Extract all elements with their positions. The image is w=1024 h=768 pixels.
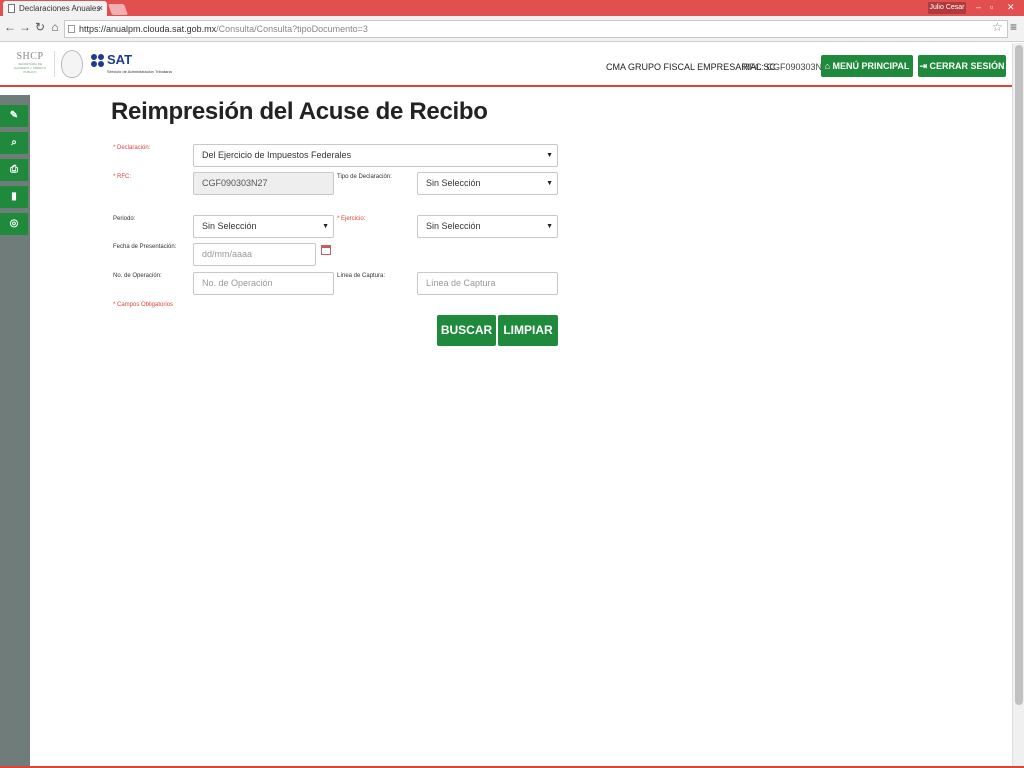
url-host: https://anualpm.clouda.sat.gob.mx — [79, 24, 217, 34]
logo-divider — [54, 51, 55, 77]
operacion-label: No. de Operación: — [113, 273, 162, 279]
url-bar[interactable]: https://anualpm.clouda.sat.gob.mx/Consul… — [64, 20, 1008, 38]
fecha-presentacion-input[interactable]: dd/mm/aaaa — [193, 243, 316, 266]
rfc-field: CGF090303N27 — [193, 172, 334, 195]
required-fields-note: * Campos Obligatorios — [113, 302, 174, 308]
page-icon — [68, 25, 75, 33]
browser-tab-bar: Declaraciones Anuales × Julio Cesar – ▫ … — [0, 0, 1024, 16]
sidebar-edit-button[interactable]: ✎ — [0, 105, 28, 127]
sidebar: ✎ ⌕ ⎙ ▮ ◎ — [0, 95, 30, 768]
search-button[interactable]: BUSCAR — [437, 315, 496, 346]
search-icon: ⌕ — [11, 137, 17, 148]
site-header: SHCP SECRETARÍA DE HACIENDA Y CRÉDITO PÚ… — [0, 43, 1012, 87]
back-icon[interactable]: ← — [3, 20, 17, 34]
dropdown-arrow-icon: ▼ — [546, 223, 553, 230]
ejercicio-select[interactable]: Sin Selección ▼ — [417, 215, 558, 238]
close-window-icon[interactable]: ✕ — [1007, 0, 1015, 14]
coat-of-arms-icon — [61, 50, 83, 78]
bookmark-star-icon[interactable]: ☆ — [992, 20, 1003, 34]
page-title: Reimpresión del Acuse de Recibo — [111, 98, 488, 125]
sidebar-document-button[interactable]: ▮ — [0, 186, 28, 208]
tipo-declaracion-select[interactable]: Sin Selección ▼ — [417, 172, 558, 195]
operacion-input[interactable]: No. de Operación — [193, 272, 334, 295]
edit-icon: ✎ — [9, 110, 19, 121]
sidebar-target-button[interactable]: ◎ — [0, 213, 28, 235]
reload-icon[interactable]: ↻ — [33, 20, 47, 34]
clear-button[interactable]: LIMPIAR — [498, 315, 558, 346]
sidebar-search-button[interactable]: ⌕ — [0, 132, 28, 154]
forward-icon[interactable]: → — [18, 20, 32, 34]
page-scrollbar[interactable] — [1012, 43, 1024, 768]
dropdown-arrow-icon: ▼ — [546, 152, 553, 159]
browser-tab[interactable]: Declaraciones Anuales × — [3, 1, 107, 16]
home-icon: ⌂ — [824, 61, 833, 71]
sat-logo-text: SAT — [107, 52, 133, 67]
logout-button[interactable]: ⇥ CERRAR SESIÓN — [918, 55, 1006, 77]
page-icon — [8, 4, 15, 13]
sat-logo-subtitle: Servicio de Administración Tributaria — [107, 69, 172, 74]
ejercicio-label: * Ejercicio: — [337, 216, 366, 222]
dropdown-arrow-icon: ▼ — [546, 180, 553, 187]
browser-toolbar: ← → ↻ ⌂ https://anualpm.clouda.sat.gob.m… — [0, 16, 1024, 42]
linea-captura-label: Línea de Captura: — [337, 273, 386, 279]
target-icon: ◎ — [9, 218, 19, 229]
tipo-declaracion-label: Tipo de Declaración: — [337, 174, 392, 180]
tab-close-icon[interactable]: × — [98, 3, 103, 13]
rfc-label: * RFC: — [113, 174, 131, 180]
home-icon[interactable]: ⌂ — [48, 20, 62, 34]
periodo-select[interactable]: Sin Selección ▼ — [193, 215, 334, 238]
document-icon: ▮ — [11, 191, 17, 202]
linea-captura-input[interactable]: Línea de Captura — [417, 272, 558, 295]
browser-menu-icon[interactable]: ≡ — [1010, 20, 1017, 34]
scrollbar-thumb[interactable] — [1015, 45, 1023, 705]
sidebar-print-button[interactable]: ⎙ — [0, 159, 28, 181]
logout-icon: ⇥ — [919, 61, 930, 71]
dropdown-arrow-icon: ▼ — [322, 223, 329, 230]
periodo-label: Periodo: — [113, 216, 136, 222]
header-rfc: RFC: CGF090303N27 — [743, 62, 833, 72]
sat-logo-icon — [91, 54, 105, 68]
print-icon: ⎙ — [10, 164, 18, 175]
url-path: /Consulta/Consulta?tipoDocumento=3 — [216, 24, 368, 34]
minimize-icon[interactable]: – — [976, 0, 981, 14]
calendar-icon[interactable] — [321, 245, 331, 255]
shcp-logo: SHCP SECRETARÍA DE HACIENDA Y CRÉDITO PÚ… — [13, 51, 47, 74]
declaracion-select[interactable]: Del Ejercicio de Impuestos Federales ▼ — [193, 144, 558, 167]
new-tab-button[interactable] — [107, 4, 129, 15]
declaracion-label: * Declaración: — [113, 145, 151, 151]
main-menu-button[interactable]: ⌂ MENÚ PRINCIPAL — [821, 55, 913, 77]
user-badge[interactable]: Julio Cesar — [928, 2, 966, 14]
tab-title: Declaraciones Anuales — [19, 4, 101, 13]
restore-icon[interactable]: ▫ — [990, 0, 993, 14]
fecha-presentacion-label: Fecha de Presentación: — [113, 244, 177, 250]
